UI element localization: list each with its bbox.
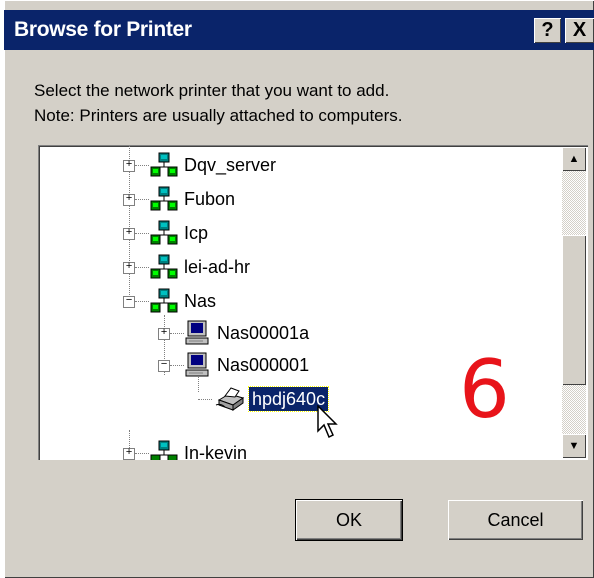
tree-line [135,199,149,200]
tree-line [135,453,149,454]
network-server-icon [150,186,178,211]
tree-scrollbar[interactable]: ▲ ▼ [562,147,586,458]
annotation-number: 6 [459,343,510,436]
instruction-line-2: Note: Printers are usually attached to c… [34,106,403,125]
instruction-line-1: Select the network printer that you want… [34,81,390,100]
network-server-icon [150,440,178,460]
network-server-icon [150,254,178,279]
collapse-button[interactable]: − [123,296,135,308]
instructions-text: Select the network printer that you want… [34,78,403,128]
tree-item-label[interactable]: Nas00001a [214,321,312,345]
computer-icon [185,320,209,345]
browse-for-printer-dialog: Browse for Printer ? X Select the networ… [4,0,594,578]
scroll-thumb[interactable] [562,235,586,385]
title-bar[interactable]: Browse for Printer ? X [4,10,594,50]
expand-button[interactable]: + [123,262,135,274]
tree-line [135,165,149,166]
computer-icon [185,352,209,377]
tree-item-label[interactable]: lei-ad-hr [181,255,253,279]
tree-item-label[interactable]: Nas [181,289,219,313]
tree-line [135,233,149,234]
mouse-cursor-icon [317,405,338,439]
help-button[interactable]: ? [534,18,561,43]
printer-icon [215,387,245,411]
tree-line [170,365,184,366]
tree-line [135,267,149,268]
expand-button[interactable]: + [123,448,135,460]
expand-button[interactable]: + [123,160,135,172]
tree-item-label[interactable]: Fubon [181,187,238,211]
tree-line [135,301,149,302]
expand-button[interactable]: + [158,328,170,340]
collapse-button[interactable]: − [158,360,170,372]
tree-item-label[interactable]: Dqv_server [181,153,279,177]
network-server-icon [150,288,178,313]
tree-item-label[interactable]: Nas000001 [214,353,312,377]
scroll-up-button[interactable]: ▲ [562,147,586,171]
network-server-icon [150,152,178,177]
cancel-button[interactable]: Cancel [448,500,583,540]
window-title: Browse for Printer [14,18,192,41]
scroll-down-button[interactable]: ▼ [562,434,586,458]
expand-button[interactable]: + [123,194,135,206]
tree-item-label[interactable]: In-kevin [181,441,250,460]
ok-button[interactable]: OK [295,499,403,541]
network-server-icon [150,220,178,245]
tree-item-label[interactable]: Icp [181,221,211,245]
tree-line [198,399,212,400]
close-button[interactable]: X [565,18,594,43]
tree-line [170,333,184,334]
expand-button[interactable]: + [123,228,135,240]
